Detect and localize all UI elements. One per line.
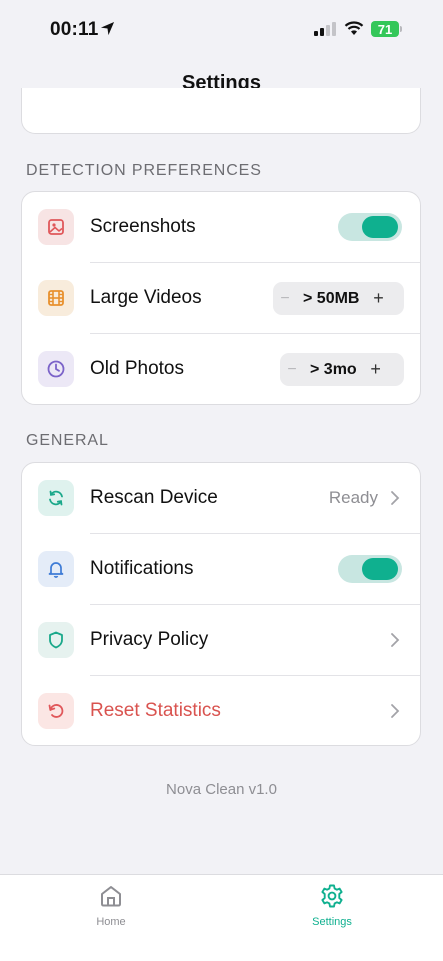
reset-statistics-label: Reset Statistics [90, 700, 221, 721]
bell-icon [38, 551, 74, 587]
screenshots-toggle[interactable] [338, 213, 402, 241]
row-rescan-device[interactable]: Rescan Device Ready [22, 463, 420, 534]
row-old-photos: Old Photos − > 3mo + [22, 334, 420, 405]
chevron-right-icon [390, 632, 400, 653]
large-videos-label: Large Videos [90, 287, 202, 308]
location-arrow-icon [100, 21, 115, 41]
gear-icon [321, 884, 343, 908]
shield-icon [38, 622, 74, 658]
chevron-right-icon [390, 490, 400, 511]
screenshots-label: Screenshots [90, 216, 196, 237]
clock-icon [38, 351, 74, 387]
tab-settings-label: Settings [312, 916, 352, 928]
notifications-toggle[interactable] [338, 555, 402, 583]
notifications-label: Notifications [90, 558, 194, 579]
status-bar: 00:11 71 [0, 0, 443, 60]
large-videos-value: > 50MB [303, 289, 360, 307]
row-large-videos: Large Videos − > 50MB + [22, 263, 420, 334]
detection-card: Screenshots Large Videos − > 50MB + Old … [21, 191, 421, 405]
rescan-status: Ready [328, 488, 378, 507]
increment-button[interactable]: + [365, 288, 391, 309]
chevron-right-icon [390, 703, 400, 724]
previous-card [21, 88, 421, 134]
app-version: Nova Clean v1.0 [166, 781, 277, 798]
film-icon [38, 280, 74, 316]
row-notifications: Notifications [22, 534, 420, 605]
tab-bar: Home Settings [0, 874, 443, 961]
row-reset-statistics[interactable]: Reset Statistics [22, 676, 420, 747]
old-photos-stepper: − > 3mo + [280, 353, 404, 386]
toggle-knob [362, 216, 398, 238]
toggle-knob [362, 558, 398, 580]
tab-settings[interactable]: Settings [287, 883, 377, 928]
large-videos-stepper: − > 50MB + [273, 282, 404, 315]
old-photos-label: Old Photos [90, 358, 184, 379]
battery-indicator: 71 [371, 21, 399, 37]
rescan-device-label: Rescan Device [90, 487, 218, 508]
wifi-icon [344, 21, 364, 41]
reset-icon [38, 693, 74, 729]
row-screenshots: Screenshots [22, 192, 420, 263]
tab-home-label: Home [96, 916, 126, 928]
old-photos-value: > 3mo [310, 360, 357, 378]
home-icon [101, 886, 121, 907]
cellular-signal-icon [313, 22, 337, 41]
refresh-icon [38, 480, 74, 516]
decrement-button[interactable]: − [273, 290, 297, 308]
general-card: Rescan Device Ready Notifications Privac… [21, 462, 421, 746]
section-header-general: GENERAL [26, 432, 109, 449]
section-header-detection: DETECTION PREFERENCES [26, 162, 262, 179]
battery-tip [400, 26, 402, 32]
image-icon [38, 209, 74, 245]
increment-button[interactable]: + [363, 359, 389, 380]
row-privacy-policy[interactable]: Privacy Policy [22, 605, 420, 676]
tab-home[interactable]: Home [66, 883, 156, 928]
decrement-button[interactable]: − [280, 361, 304, 379]
status-time: 00:11 [50, 19, 99, 40]
privacy-policy-label: Privacy Policy [90, 629, 209, 650]
